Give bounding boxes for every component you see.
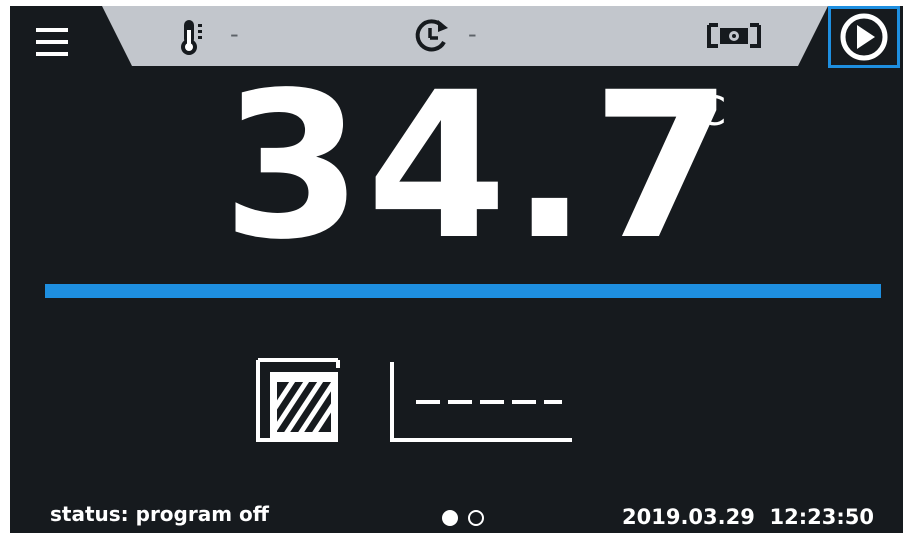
timer-value: - (468, 20, 477, 48)
program-status: status: program off (50, 502, 269, 526)
temperature-unit: °C (678, 89, 726, 135)
start-program-button[interactable] (828, 6, 900, 68)
date-time: 2019.03.29 12:23:50 (622, 505, 874, 529)
current-temperature: 34.7 (222, 48, 737, 284)
temperature-progress-bar (45, 284, 881, 298)
page-indicator-active[interactable] (442, 510, 458, 526)
page-indicator-inactive[interactable] (468, 510, 484, 526)
temperature-setpoint-value: - (230, 20, 239, 48)
time: 12:23:50 (769, 505, 874, 529)
thermometer-icon (181, 20, 202, 55)
chamber-icon[interactable] (254, 356, 346, 444)
camera-settings-icon[interactable] (706, 22, 762, 50)
controller-screen: - - 34.7 °C status: program off 2019.03.… (10, 6, 903, 533)
hamburger-menu-icon (36, 28, 68, 56)
menu-button[interactable] (26, 20, 72, 64)
temperature-graph-icon[interactable] (386, 358, 576, 444)
play-icon (840, 13, 888, 61)
date: 2019.03.29 (622, 505, 755, 529)
